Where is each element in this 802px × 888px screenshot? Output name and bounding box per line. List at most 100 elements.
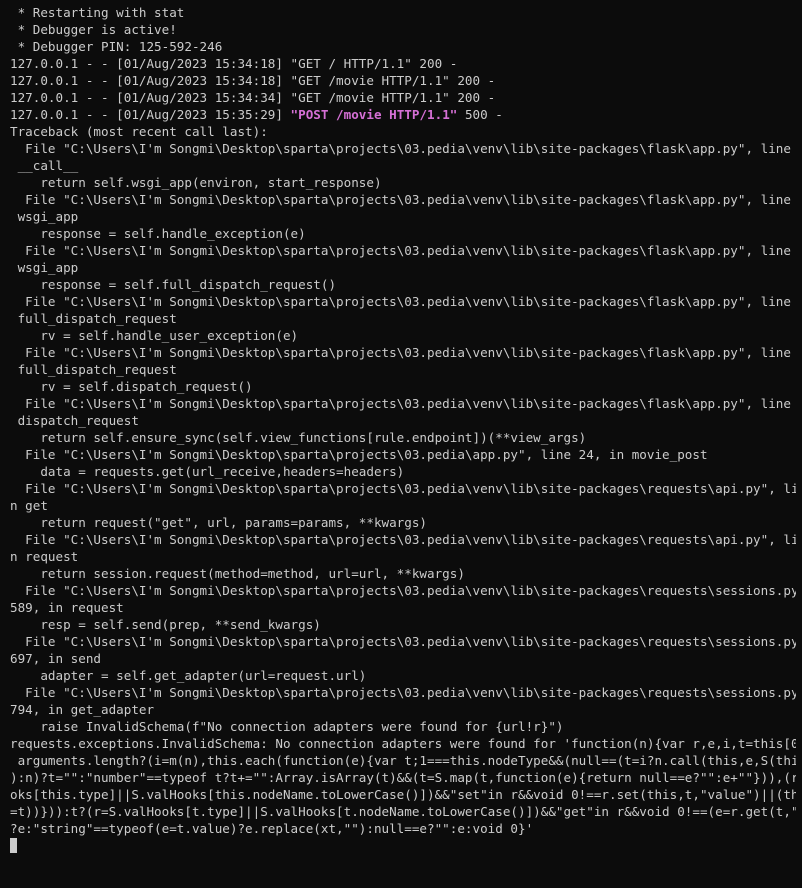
line-text: 794, in get_adapter (10, 702, 155, 717)
line-text: File "C:\Users\I'm Songmi\Desktop\sparta… (10, 141, 796, 156)
line-text: return self.ensure_sync(self.view_functi… (10, 430, 587, 445)
terminal-output: * Restarting with stat * Debugger is act… (10, 4, 796, 854)
line-text: ?e:"string"==typeof(e=t.value)?e.replace… (10, 821, 534, 836)
line-text: File "C:\Users\I'm Songmi\Desktop\sparta… (10, 294, 796, 309)
output-line: =t))})):t?(r=S.valHooks[t.type]||S.valHo… (10, 803, 796, 820)
line-text: response = self.full_dispatch_request() (10, 277, 337, 292)
output-line: wsgi_app (10, 259, 796, 276)
line-text: full_dispatch_request (10, 362, 177, 377)
line-text: =t))})):t?(r=S.valHooks[t.type]||S.valHo… (10, 804, 796, 819)
output-line: adapter = self.get_adapter(url=request.u… (10, 667, 796, 684)
output-line: File "C:\Users\I'm Songmi\Desktop\sparta… (10, 446, 796, 463)
cursor-block (10, 838, 17, 853)
line-text: File "C:\Users\I'm Songmi\Desktop\sparta… (10, 447, 708, 462)
line-text: dispatch_request (10, 413, 139, 428)
line-text: full_dispatch_request (10, 311, 177, 326)
line-text: Traceback (most recent call last): (10, 124, 268, 139)
output-line: return self.ensure_sync(self.view_functi… (10, 429, 796, 446)
line-text: File "C:\Users\I'm Songmi\Desktop\sparta… (10, 396, 796, 411)
output-line: File "C:\Users\I'm Songmi\Desktop\sparta… (10, 582, 796, 599)
output-line: File "C:\Users\I'm Songmi\Desktop\sparta… (10, 395, 796, 412)
line-text: File "C:\Users\I'm Songmi\Desktop\sparta… (10, 243, 796, 258)
line-text: File "C:\Users\I'm Songmi\Desktop\sparta… (10, 345, 796, 360)
line-text: requests.exceptions.InvalidSchema: No co… (10, 736, 796, 751)
output-line: response = self.handle_exception(e) (10, 225, 796, 242)
line-text: rv = self.handle_user_exception(e) (10, 328, 299, 343)
output-line: 127.0.0.1 - - [01/Aug/2023 15:34:34] "GE… (10, 89, 796, 106)
output-line: return request("get", url, params=params… (10, 514, 796, 531)
output-line: 127.0.0.1 - - [01/Aug/2023 15:35:29] "PO… (10, 106, 796, 123)
output-line: requests.exceptions.InvalidSchema: No co… (10, 735, 796, 752)
output-line: ?e:"string"==typeof(e=t.value)?e.replace… (10, 820, 796, 837)
line-text: raise InvalidSchema(f"No connection adap… (10, 719, 564, 734)
output-line: 697, in send (10, 650, 796, 667)
output-line: File "C:\Users\I'm Songmi\Desktop\sparta… (10, 191, 796, 208)
output-line: n request (10, 548, 796, 565)
prompt-line (10, 837, 796, 854)
line-text: data = requests.get(url_receive,headers=… (10, 464, 405, 479)
line-text: n get (10, 498, 48, 513)
output-line: ):n)?t="":"number"==typeof t?t+="":Array… (10, 769, 796, 786)
line-text: File "C:\Users\I'm Songmi\Desktop\sparta… (10, 532, 796, 547)
line-text: return request("get", url, params=params… (10, 515, 428, 530)
line-text: * Debugger PIN: 125-592-246 (10, 39, 223, 54)
line-text: * Debugger is active! (10, 22, 177, 37)
output-line: return session.request(method=method, ur… (10, 565, 796, 582)
line-text: File "C:\Users\I'm Songmi\Desktop\sparta… (10, 583, 796, 598)
line-text: wsgi_app (10, 260, 79, 275)
line-text: File "C:\Users\I'm Songmi\Desktop\sparta… (10, 192, 796, 207)
output-line: resp = self.send(prep, **send_kwargs) (10, 616, 796, 633)
line-text: __call__ (10, 158, 79, 173)
line-text: wsgi_app (10, 209, 79, 224)
output-line: File "C:\Users\I'm Songmi\Desktop\sparta… (10, 633, 796, 650)
output-line: File "C:\Users\I'm Songmi\Desktop\sparta… (10, 684, 796, 701)
output-line: Traceback (most recent call last): (10, 123, 796, 140)
output-line: File "C:\Users\I'm Songmi\Desktop\sparta… (10, 480, 796, 497)
line-text: 127.0.0.1 - - [01/Aug/2023 15:35:29] (10, 107, 291, 122)
line-text: 697, in send (10, 651, 101, 666)
output-line: raise InvalidSchema(f"No connection adap… (10, 718, 796, 735)
output-line: File "C:\Users\I'm Songmi\Desktop\sparta… (10, 140, 796, 157)
line-text: arguments.length?(i=m(n),this.each(funct… (10, 753, 796, 768)
output-line: File "C:\Users\I'm Songmi\Desktop\sparta… (10, 531, 796, 548)
line-text: rv = self.dispatch_request() (10, 379, 253, 394)
line-text: n request (10, 549, 79, 564)
output-line: * Debugger PIN: 125-592-246 (10, 38, 796, 55)
output-line: full_dispatch_request (10, 310, 796, 327)
output-line: File "C:\Users\I'm Songmi\Desktop\sparta… (10, 344, 796, 361)
output-line: File "C:\Users\I'm Songmi\Desktop\sparta… (10, 293, 796, 310)
output-line: return self.wsgi_app(environ, start_resp… (10, 174, 796, 191)
output-line: response = self.full_dispatch_request() (10, 276, 796, 293)
line-text: 127.0.0.1 - - [01/Aug/2023 15:34:18] "GE… (10, 56, 458, 71)
line-text: 500 - (457, 107, 503, 122)
output-line: dispatch_request (10, 412, 796, 429)
line-text: return self.wsgi_app(environ, start_resp… (10, 175, 382, 190)
output-line: n get (10, 497, 796, 514)
line-text: File "C:\Users\I'm Songmi\Desktop\sparta… (10, 685, 796, 700)
output-line: data = requests.get(url_receive,headers=… (10, 463, 796, 480)
output-line: full_dispatch_request (10, 361, 796, 378)
line-text: File "C:\Users\I'm Songmi\Desktop\sparta… (10, 634, 796, 649)
output-line: arguments.length?(i=m(n),this.each(funct… (10, 752, 796, 769)
line-text: adapter = self.get_adapter(url=request.u… (10, 668, 367, 683)
output-line: wsgi_app (10, 208, 796, 225)
line-text: oks[this.type]||S.valHooks[this.nodeName… (10, 787, 796, 802)
output-line: File "C:\Users\I'm Songmi\Desktop\sparta… (10, 242, 796, 259)
line-text: 127.0.0.1 - - [01/Aug/2023 15:34:34] "GE… (10, 90, 496, 105)
output-line: * Restarting with stat (10, 4, 796, 21)
line-text: ):n)?t="":"number"==typeof t?t+="":Array… (10, 770, 796, 785)
output-line: rv = self.handle_user_exception(e) (10, 327, 796, 344)
line-text: * Restarting with stat (10, 5, 185, 20)
output-line: * Debugger is active! (10, 21, 796, 38)
output-line: __call__ (10, 157, 796, 174)
terminal-lines: * Restarting with stat * Debugger is act… (10, 4, 796, 837)
output-line: 794, in get_adapter (10, 701, 796, 718)
line-text: resp = self.send(prep, **send_kwargs) (10, 617, 321, 632)
output-line: oks[this.type]||S.valHooks[this.nodeName… (10, 786, 796, 803)
line-text: 589, in request (10, 600, 124, 615)
line-text: File "C:\Users\I'm Songmi\Desktop\sparta… (10, 481, 796, 496)
line-text: 127.0.0.1 - - [01/Aug/2023 15:34:18] "GE… (10, 73, 496, 88)
line-text: return session.request(method=method, ur… (10, 566, 465, 581)
line-text: response = self.handle_exception(e) (10, 226, 306, 241)
output-line: rv = self.dispatch_request() (10, 378, 796, 395)
